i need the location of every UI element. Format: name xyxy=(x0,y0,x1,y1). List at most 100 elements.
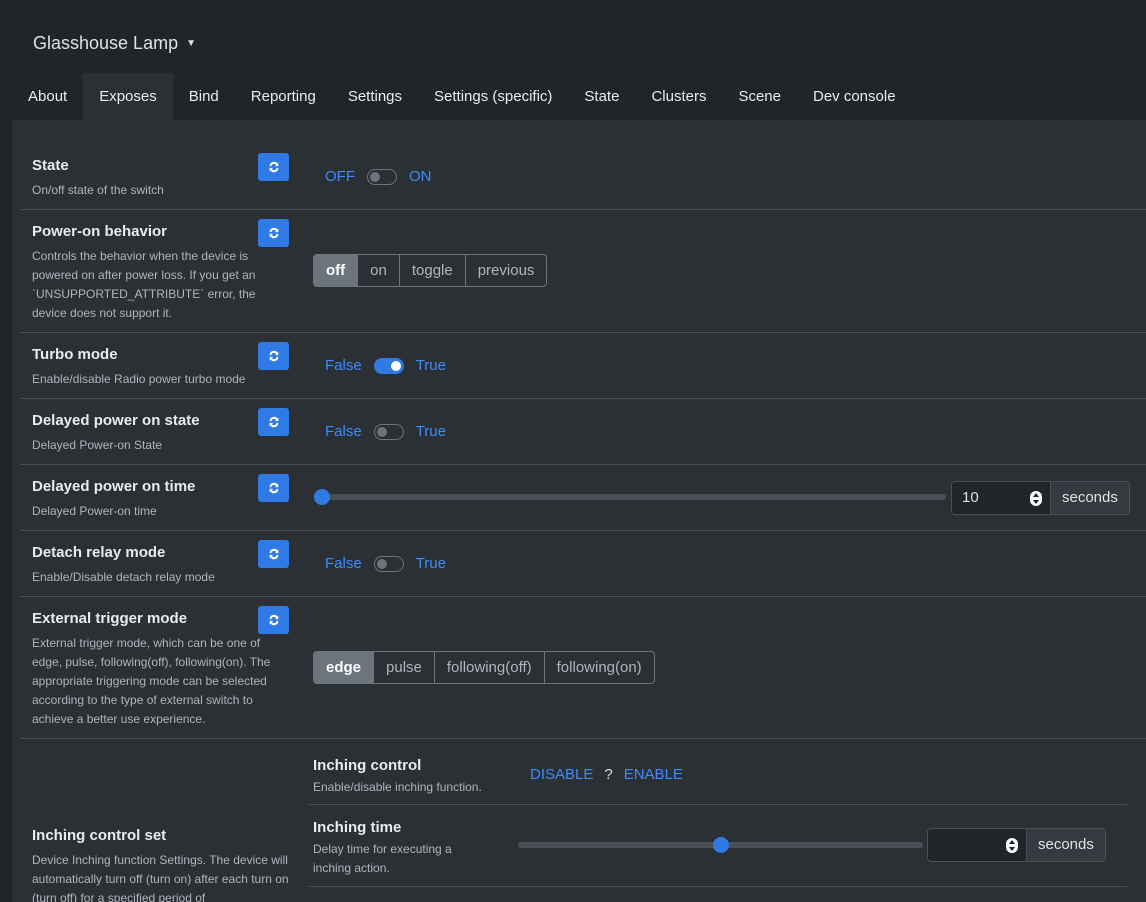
tab-about[interactable]: About xyxy=(12,73,83,120)
device-title-dropdown[interactable]: Glasshouse Lamp ▼ xyxy=(33,30,196,56)
expose-name: Inching control set xyxy=(32,827,167,844)
expose-description: External trigger mode, which can be one … xyxy=(32,636,271,726)
refresh-button[interactable] xyxy=(258,342,289,370)
toggle-knob xyxy=(370,171,380,182)
delayed-power-on-time-slider[interactable] xyxy=(314,494,946,500)
sub-name: Inching control xyxy=(313,757,422,774)
refresh-icon xyxy=(269,416,278,428)
toggle-knob xyxy=(390,360,401,371)
spinner-icon[interactable] xyxy=(1006,838,1018,853)
option-previous[interactable]: previous xyxy=(464,255,547,286)
expose-name: Detach relay mode xyxy=(32,544,166,561)
tab-bar: About Exposes Bind Reporting Settings Se… xyxy=(12,73,912,120)
option-off[interactable]: off xyxy=(314,255,358,286)
option-on[interactable]: on xyxy=(357,255,399,286)
device-title: Glasshouse Lamp xyxy=(33,32,179,53)
delayed-power-on-state-toggle: False True xyxy=(325,423,446,440)
toggle-off-label[interactable]: OFF xyxy=(325,168,355,185)
option-following-on[interactable]: following(on) xyxy=(543,652,654,683)
toggle-on-label[interactable]: True xyxy=(416,357,446,374)
delayed-power-on-time-number: 10 seconds xyxy=(951,481,1130,515)
detach-relay-mode-toggle: False True xyxy=(325,555,446,572)
number-input[interactable]: 10 xyxy=(952,482,1050,514)
expose-name: Delayed power on time xyxy=(32,478,196,495)
expose-row-external-trigger-mode: External trigger mode External trigger m… xyxy=(20,597,1146,739)
toggle-knob xyxy=(376,558,387,569)
expose-row-detach-relay-mode: Detach relay mode Enable/Disable detach … xyxy=(20,531,1146,597)
exposes-panel: State On/off state of the switch OFF ON … xyxy=(12,120,1146,902)
toggle-switch[interactable] xyxy=(373,357,404,374)
toggle-switch[interactable] xyxy=(373,423,404,440)
sub-description: Delay time for executing a inching actio… xyxy=(313,842,452,875)
slider-thumb[interactable] xyxy=(314,489,330,505)
expose-description: Controls the behavior when the device is… xyxy=(32,249,256,320)
slider-thumb[interactable] xyxy=(712,837,729,853)
option-edge[interactable]: edge xyxy=(314,652,374,683)
toggle-off-label[interactable]: False xyxy=(325,555,362,572)
sub-description: Enable/disable inching function. xyxy=(313,780,482,794)
number-input[interactable] xyxy=(928,829,1026,861)
refresh-icon xyxy=(269,614,278,626)
refresh-icon xyxy=(269,350,278,362)
inching-control-toggle: DISABLE ? ENABLE xyxy=(530,766,683,783)
refresh-icon xyxy=(269,548,278,560)
tab-exposes[interactable]: Exposes xyxy=(83,73,173,120)
unit-label: seconds xyxy=(1026,829,1105,861)
toggle-knob xyxy=(376,426,387,437)
expose-row-state: State On/off state of the switch OFF ON xyxy=(20,140,1146,210)
toggle-on-label[interactable]: True xyxy=(416,555,446,572)
refresh-button[interactable] xyxy=(258,408,289,436)
sub-row-inching-control: Inching control Enable/disable inching f… xyxy=(309,739,1127,805)
option-pulse[interactable]: pulse xyxy=(373,652,434,683)
inching-time-number: seconds xyxy=(927,828,1106,862)
sub-row-inching-time: Inching time Delay time for executing a … xyxy=(309,805,1127,887)
toggle-off-label[interactable]: False xyxy=(325,357,362,374)
expose-description: Device Inching function Settings. The de… xyxy=(32,853,289,902)
expose-description: On/off state of the switch xyxy=(32,183,164,197)
state-toggle: OFF ON xyxy=(325,168,432,185)
tab-settings[interactable]: Settings xyxy=(332,73,418,120)
refresh-button[interactable] xyxy=(258,540,289,568)
expose-row-delayed-power-on-time: Delayed power on time Delayed Power-on t… xyxy=(20,465,1146,531)
expose-row-turbo-mode: Turbo mode Enable/disable Radio power tu… xyxy=(20,333,1146,399)
toggle-switch[interactable] xyxy=(373,555,404,572)
tab-dev-console[interactable]: Dev console xyxy=(797,73,912,120)
expose-row-delayed-power-on-state: Delayed power on state Delayed Power-on … xyxy=(20,399,1146,465)
refresh-button[interactable] xyxy=(258,153,289,181)
turbo-mode-toggle: False True xyxy=(325,357,446,374)
option-following-off[interactable]: following(off) xyxy=(433,652,544,683)
expose-row-inching-control-set: Inching control set Device Inching funct… xyxy=(20,739,1146,902)
sub-name: Inching time xyxy=(313,819,402,836)
chevron-down-icon: ▼ xyxy=(186,37,196,49)
expose-description: Delayed Power-on time xyxy=(32,504,157,518)
spinner-icon[interactable] xyxy=(1030,491,1042,506)
disable-link[interactable]: DISABLE xyxy=(530,766,593,783)
expose-name: Delayed power on state xyxy=(32,412,200,429)
unknown-state-label: ? xyxy=(604,766,613,783)
toggle-off-label[interactable]: False xyxy=(325,423,362,440)
expose-row-power-on-behavior: Power-on behavior Controls the behavior … xyxy=(20,210,1146,333)
expose-description: Enable/Disable detach relay mode xyxy=(32,570,215,584)
external-trigger-mode-options: edge pulse following(off) following(on) xyxy=(313,651,655,684)
tab-settings-specific[interactable]: Settings (specific) xyxy=(418,73,568,120)
refresh-icon xyxy=(269,482,278,494)
enable-link[interactable]: ENABLE xyxy=(624,766,683,783)
toggle-on-label[interactable]: True xyxy=(416,423,446,440)
toggle-on-label[interactable]: ON xyxy=(409,168,432,185)
expose-name: Power-on behavior xyxy=(32,223,168,240)
tab-state[interactable]: State xyxy=(568,73,635,120)
tab-scene[interactable]: Scene xyxy=(722,73,797,120)
toggle-switch[interactable] xyxy=(367,168,397,185)
expose-name: Turbo mode xyxy=(32,346,118,363)
tab-clusters[interactable]: Clusters xyxy=(635,73,722,120)
refresh-button[interactable] xyxy=(258,606,289,634)
unit-label: seconds xyxy=(1050,482,1129,514)
refresh-button[interactable] xyxy=(258,219,289,247)
power-on-behavior-options: off on toggle previous xyxy=(313,254,548,287)
tab-bind[interactable]: Bind xyxy=(173,73,235,120)
expose-description: Enable/disable Radio power turbo mode xyxy=(32,372,246,386)
refresh-button[interactable] xyxy=(258,474,289,502)
option-toggle[interactable]: toggle xyxy=(398,255,465,286)
expose-name: State xyxy=(32,157,69,174)
tab-reporting[interactable]: Reporting xyxy=(235,73,332,120)
